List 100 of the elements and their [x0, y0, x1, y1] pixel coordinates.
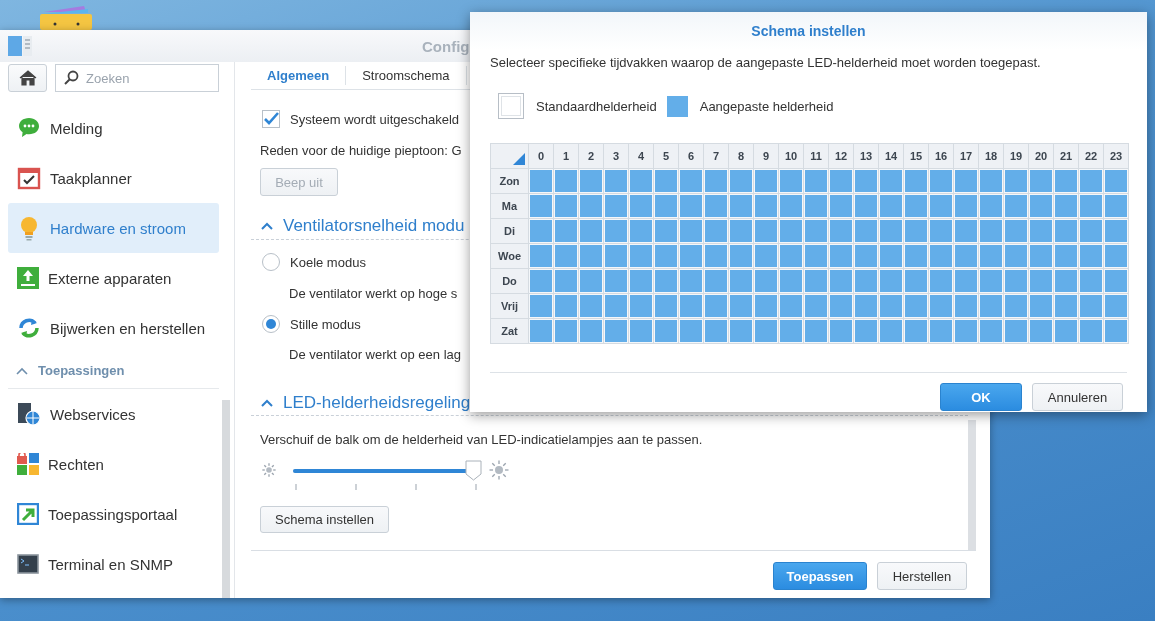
hour-header[interactable]: 2 [579, 144, 603, 168]
time-slot[interactable] [579, 169, 603, 193]
time-slot[interactable] [804, 294, 828, 318]
time-slot[interactable] [954, 169, 978, 193]
time-slot[interactable] [804, 319, 828, 343]
time-slot[interactable] [954, 269, 978, 293]
time-slot[interactable] [1004, 244, 1028, 268]
sidebar-item[interactable]: Terminal en SNMP [8, 539, 219, 589]
time-slot[interactable] [629, 294, 653, 318]
time-slot[interactable] [604, 169, 628, 193]
time-slot[interactable] [804, 219, 828, 243]
time-slot[interactable] [779, 319, 803, 343]
checkbox[interactable] [262, 110, 280, 128]
tab[interactable]: Stroomschema [346, 66, 467, 85]
time-slot[interactable] [979, 269, 1003, 293]
time-slot[interactable] [629, 269, 653, 293]
time-slot[interactable] [954, 219, 978, 243]
time-slot[interactable] [579, 269, 603, 293]
time-slot[interactable] [729, 294, 753, 318]
time-slot[interactable] [1004, 194, 1028, 218]
time-slot[interactable] [754, 219, 778, 243]
hour-header[interactable]: 7 [704, 144, 728, 168]
time-slot[interactable] [604, 269, 628, 293]
time-slot[interactable] [1004, 219, 1028, 243]
time-slot[interactable] [679, 294, 703, 318]
time-slot[interactable] [1004, 169, 1028, 193]
radio-button[interactable] [262, 315, 280, 333]
time-slot[interactable] [554, 244, 578, 268]
time-slot[interactable] [1079, 269, 1103, 293]
time-slot[interactable] [979, 169, 1003, 193]
hour-header[interactable]: 4 [629, 144, 653, 168]
time-slot[interactable] [654, 169, 678, 193]
time-slot[interactable] [529, 219, 553, 243]
time-slot[interactable] [629, 319, 653, 343]
scrollbar[interactable] [222, 400, 230, 598]
time-slot[interactable] [929, 219, 953, 243]
home-button[interactable] [8, 64, 47, 92]
corner-triangle-icon[interactable] [513, 153, 525, 165]
time-slot[interactable] [829, 294, 853, 318]
time-slot[interactable] [754, 244, 778, 268]
time-slot[interactable] [579, 294, 603, 318]
time-slot[interactable] [704, 194, 728, 218]
time-slot[interactable] [804, 244, 828, 268]
hour-header[interactable]: 18 [979, 144, 1003, 168]
time-slot[interactable] [904, 169, 928, 193]
time-slot[interactable] [979, 194, 1003, 218]
time-slot[interactable] [779, 269, 803, 293]
time-slot[interactable] [554, 294, 578, 318]
time-slot[interactable] [579, 219, 603, 243]
sidebar-item[interactable]: Bijwerken en herstellen [8, 303, 219, 353]
time-slot[interactable] [604, 194, 628, 218]
time-slot[interactable] [879, 194, 903, 218]
time-slot[interactable] [904, 294, 928, 318]
day-header[interactable]: Zat [491, 319, 528, 343]
hour-header[interactable]: 12 [829, 144, 853, 168]
time-slot[interactable] [604, 319, 628, 343]
day-header[interactable]: Do [491, 269, 528, 293]
time-slot[interactable] [529, 319, 553, 343]
time-slot[interactable] [879, 244, 903, 268]
time-slot[interactable] [1054, 269, 1078, 293]
time-slot[interactable] [529, 294, 553, 318]
time-slot[interactable] [604, 219, 628, 243]
day-header[interactable]: Woe [491, 244, 528, 268]
chevron-up-icon[interactable] [261, 222, 273, 230]
reset-button[interactable]: Herstellen [877, 562, 967, 590]
hour-header[interactable]: 13 [854, 144, 878, 168]
hour-header[interactable]: 20 [1029, 144, 1053, 168]
time-slot[interactable] [954, 319, 978, 343]
time-slot[interactable] [654, 269, 678, 293]
time-slot[interactable] [679, 319, 703, 343]
time-slot[interactable] [779, 244, 803, 268]
time-slot[interactable] [1054, 294, 1078, 318]
time-slot[interactable] [1054, 319, 1078, 343]
time-slot[interactable] [979, 244, 1003, 268]
time-slot[interactable] [554, 269, 578, 293]
time-slot[interactable] [954, 244, 978, 268]
time-slot[interactable] [1029, 194, 1053, 218]
time-slot[interactable] [729, 169, 753, 193]
time-slot[interactable] [904, 219, 928, 243]
time-slot[interactable] [1079, 319, 1103, 343]
time-slot[interactable] [879, 294, 903, 318]
time-slot[interactable] [679, 269, 703, 293]
time-slot[interactable] [854, 169, 878, 193]
time-slot[interactable] [529, 269, 553, 293]
hour-header[interactable]: 0 [529, 144, 553, 168]
time-slot[interactable] [729, 219, 753, 243]
day-header[interactable]: Di [491, 219, 528, 243]
time-slot[interactable] [854, 219, 878, 243]
hour-header[interactable]: 15 [904, 144, 928, 168]
time-slot[interactable] [1029, 294, 1053, 318]
time-slot[interactable] [804, 269, 828, 293]
day-header[interactable]: Ma [491, 194, 528, 218]
time-slot[interactable] [1029, 169, 1053, 193]
sidebar-item[interactable]: Rechten [8, 439, 219, 489]
time-slot[interactable] [1104, 269, 1128, 293]
hour-header[interactable]: 14 [879, 144, 903, 168]
folder-app-icon[interactable] [38, 4, 94, 30]
time-slot[interactable] [1004, 269, 1028, 293]
time-slot[interactable] [929, 194, 953, 218]
hour-header[interactable]: 1 [554, 144, 578, 168]
